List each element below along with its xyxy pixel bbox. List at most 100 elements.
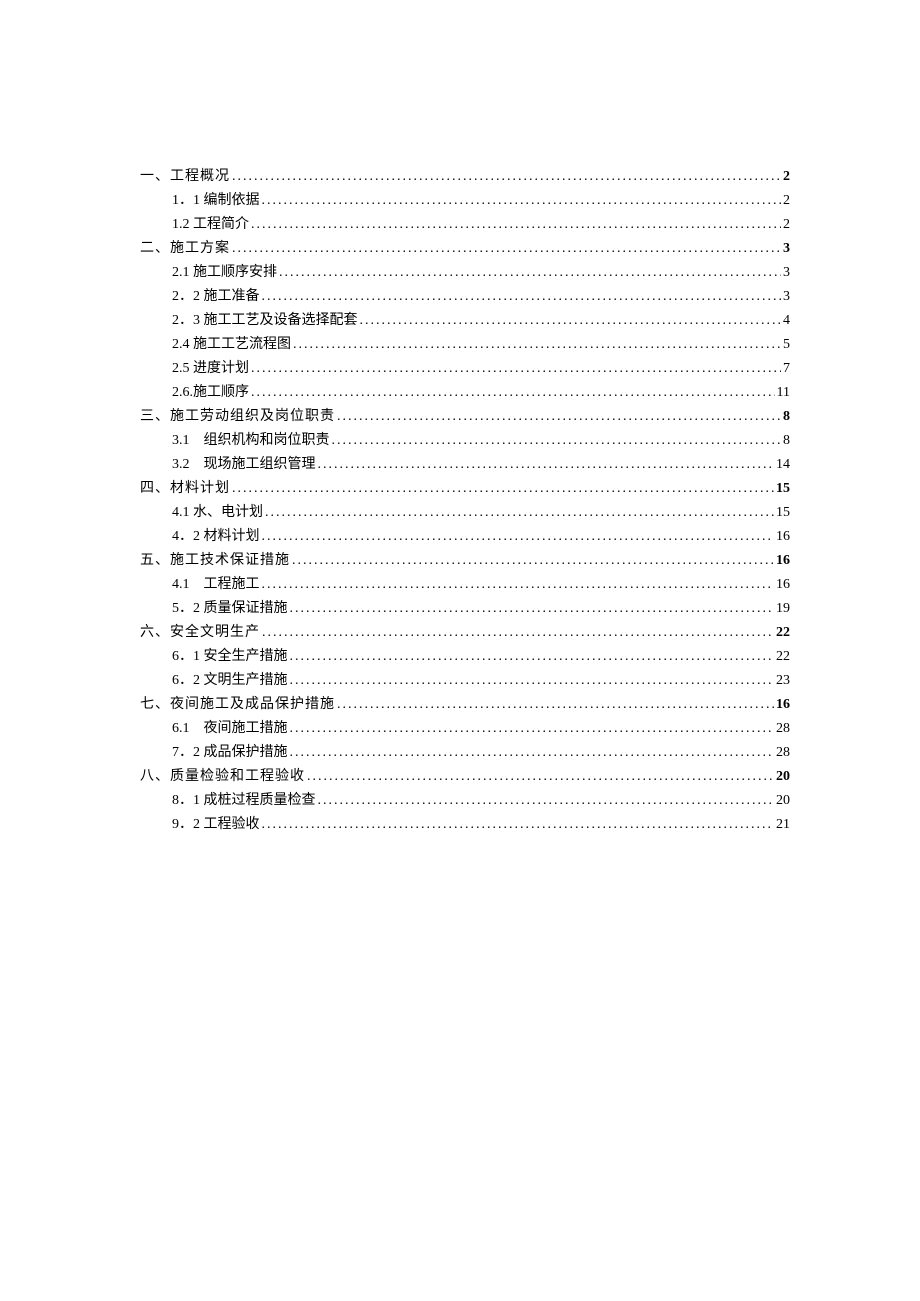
toc-title: 1.2 工程简介 <box>172 213 249 237</box>
toc-entry: 2.1 施工顺序安排 3 <box>140 261 790 285</box>
toc-title: 2．3 施工工艺及设备选择配套 <box>172 309 358 333</box>
toc-leader-dots <box>230 477 774 501</box>
toc-title: 2.5 进度计划 <box>172 357 249 381</box>
toc-title: 六、安全文明生产 <box>140 621 260 645</box>
toc-entry: 七、夜间施工及成品保护措施 16 <box>140 693 790 717</box>
toc-title: 2.4 施工工艺流程图 <box>172 333 291 357</box>
toc-entry: 四、材料计划15 <box>140 477 790 501</box>
toc-leader-dots <box>260 621 774 645</box>
toc-leader-dots <box>288 645 775 669</box>
toc-page-number: 15 <box>774 477 790 501</box>
toc-page-number: 8 <box>781 405 790 429</box>
toc-title: 二、施工方案 <box>140 237 230 261</box>
toc-entry: 4.1 水、电计划 15 <box>140 501 790 525</box>
toc-entry: 一、工程概况 2 <box>140 165 790 189</box>
toc-page-number: 19 <box>774 597 790 621</box>
toc-page-number: 22 <box>774 645 790 669</box>
toc-leader-dots <box>260 285 782 309</box>
toc-entry: 6．1 安全生产措施 22 <box>140 645 790 669</box>
toc-page-number: 20 <box>774 765 790 789</box>
toc-title: 一、工程概况 <box>140 165 230 189</box>
toc-entry: 二、施工方案 3 <box>140 237 790 261</box>
toc-leader-dots <box>260 189 782 213</box>
toc-page-number: 16 <box>774 549 790 573</box>
toc-page-number: 8 <box>781 429 790 453</box>
toc-entry: 4．2 材料计划 16 <box>140 525 790 549</box>
toc-page-number: 2 <box>781 165 790 189</box>
toc-leader-dots <box>335 693 774 717</box>
toc-leader-dots <box>260 525 775 549</box>
toc-leader-dots <box>260 813 775 837</box>
toc-leader-dots <box>358 309 782 333</box>
toc-page-number: 3 <box>781 285 790 309</box>
toc-title: 4.1 工程施工 <box>172 573 260 597</box>
toc-entry: 2．3 施工工艺及设备选择配套 4 <box>140 309 790 333</box>
toc-page-number: 14 <box>774 453 790 477</box>
toc-page-number: 3 <box>781 261 790 285</box>
toc-leader-dots <box>249 381 775 405</box>
toc-page-number: 3 <box>781 237 790 261</box>
toc-leader-dots <box>288 717 775 741</box>
toc-title: 1．1 编制依据 <box>172 189 260 213</box>
toc-entry: 2.5 进度计划7 <box>140 357 790 381</box>
toc-title: 9．2 工程验收 <box>172 813 260 837</box>
toc-page-number: 15 <box>774 501 790 525</box>
toc-page-number: 2 <box>781 189 790 213</box>
toc-title: 2.1 施工顺序安排 <box>172 261 277 285</box>
toc-page-number: 11 <box>775 381 790 405</box>
toc-title: 2．2 施工准备 <box>172 285 260 309</box>
toc-title: 2.6.施工顺序 <box>172 381 249 405</box>
toc-title: 6.1 夜间施工措施 <box>172 717 288 741</box>
toc-leader-dots <box>230 165 781 189</box>
toc-title: 3.1 组织机构和岗位职责 <box>172 429 330 453</box>
toc-leader-dots <box>316 453 775 477</box>
toc-page-number: 16 <box>774 573 790 597</box>
toc-entry: 2.4 施工工艺流程图 5 <box>140 333 790 357</box>
toc-leader-dots <box>316 789 775 813</box>
toc-entry: 9．2 工程验收21 <box>140 813 790 837</box>
toc-title: 6．1 安全生产措施 <box>172 645 288 669</box>
toc-entry: 三、施工劳动组织及岗位职责 8 <box>140 405 790 429</box>
toc-entry: 八、质量检验和工程验收 20 <box>140 765 790 789</box>
toc-leader-dots <box>291 333 781 357</box>
toc-title: 五、施工技术保证措施 <box>140 549 290 573</box>
table-of-contents: 一、工程概况21．1 编制依据21.2 工程简介2二、施工方案32.1 施工顺序… <box>140 165 790 837</box>
toc-title: 七、夜间施工及成品保护措施 <box>140 693 335 717</box>
toc-entry: 2.6.施工顺序 11 <box>140 381 790 405</box>
toc-title: 3.2 现场施工组织管理 <box>172 453 316 477</box>
toc-leader-dots <box>249 357 781 381</box>
toc-leader-dots <box>330 429 782 453</box>
toc-page-number: 22 <box>774 621 790 645</box>
toc-entry: 3.1 组织机构和岗位职责 8 <box>140 429 790 453</box>
toc-page-number: 4 <box>781 309 790 333</box>
toc-page-number: 20 <box>774 789 790 813</box>
toc-leader-dots <box>288 741 775 765</box>
toc-title: 7．2 成品保护措施 <box>172 741 288 765</box>
toc-leader-dots <box>263 501 774 525</box>
toc-leader-dots <box>249 213 781 237</box>
toc-entry: 五、施工技术保证措施 16 <box>140 549 790 573</box>
toc-entry: 8．1 成桩过程质量检查20 <box>140 789 790 813</box>
toc-leader-dots <box>335 405 781 429</box>
toc-title: 4.1 水、电计划 <box>172 501 263 525</box>
toc-leader-dots <box>288 669 775 693</box>
toc-page-number: 28 <box>774 741 790 765</box>
toc-entry: 2．2 施工准备 3 <box>140 285 790 309</box>
toc-leader-dots <box>305 765 774 789</box>
toc-leader-dots <box>288 597 775 621</box>
toc-page-number: 2 <box>781 213 790 237</box>
toc-page-number: 28 <box>774 717 790 741</box>
toc-page-number: 23 <box>774 669 790 693</box>
toc-leader-dots <box>277 261 781 285</box>
toc-page-number: 16 <box>774 525 790 549</box>
toc-leader-dots <box>260 573 775 597</box>
toc-title: 三、施工劳动组织及岗位职责 <box>140 405 335 429</box>
toc-entry: 3.2 现场施工组织管理 14 <box>140 453 790 477</box>
toc-title: 八、质量检验和工程验收 <box>140 765 305 789</box>
toc-title: 4．2 材料计划 <box>172 525 260 549</box>
toc-page-number: 16 <box>774 693 790 717</box>
toc-title: 6．2 文明生产措施 <box>172 669 288 693</box>
toc-page-number: 5 <box>781 333 790 357</box>
toc-entry: 5．2 质量保证措施19 <box>140 597 790 621</box>
toc-entry: 1.2 工程简介 2 <box>140 213 790 237</box>
